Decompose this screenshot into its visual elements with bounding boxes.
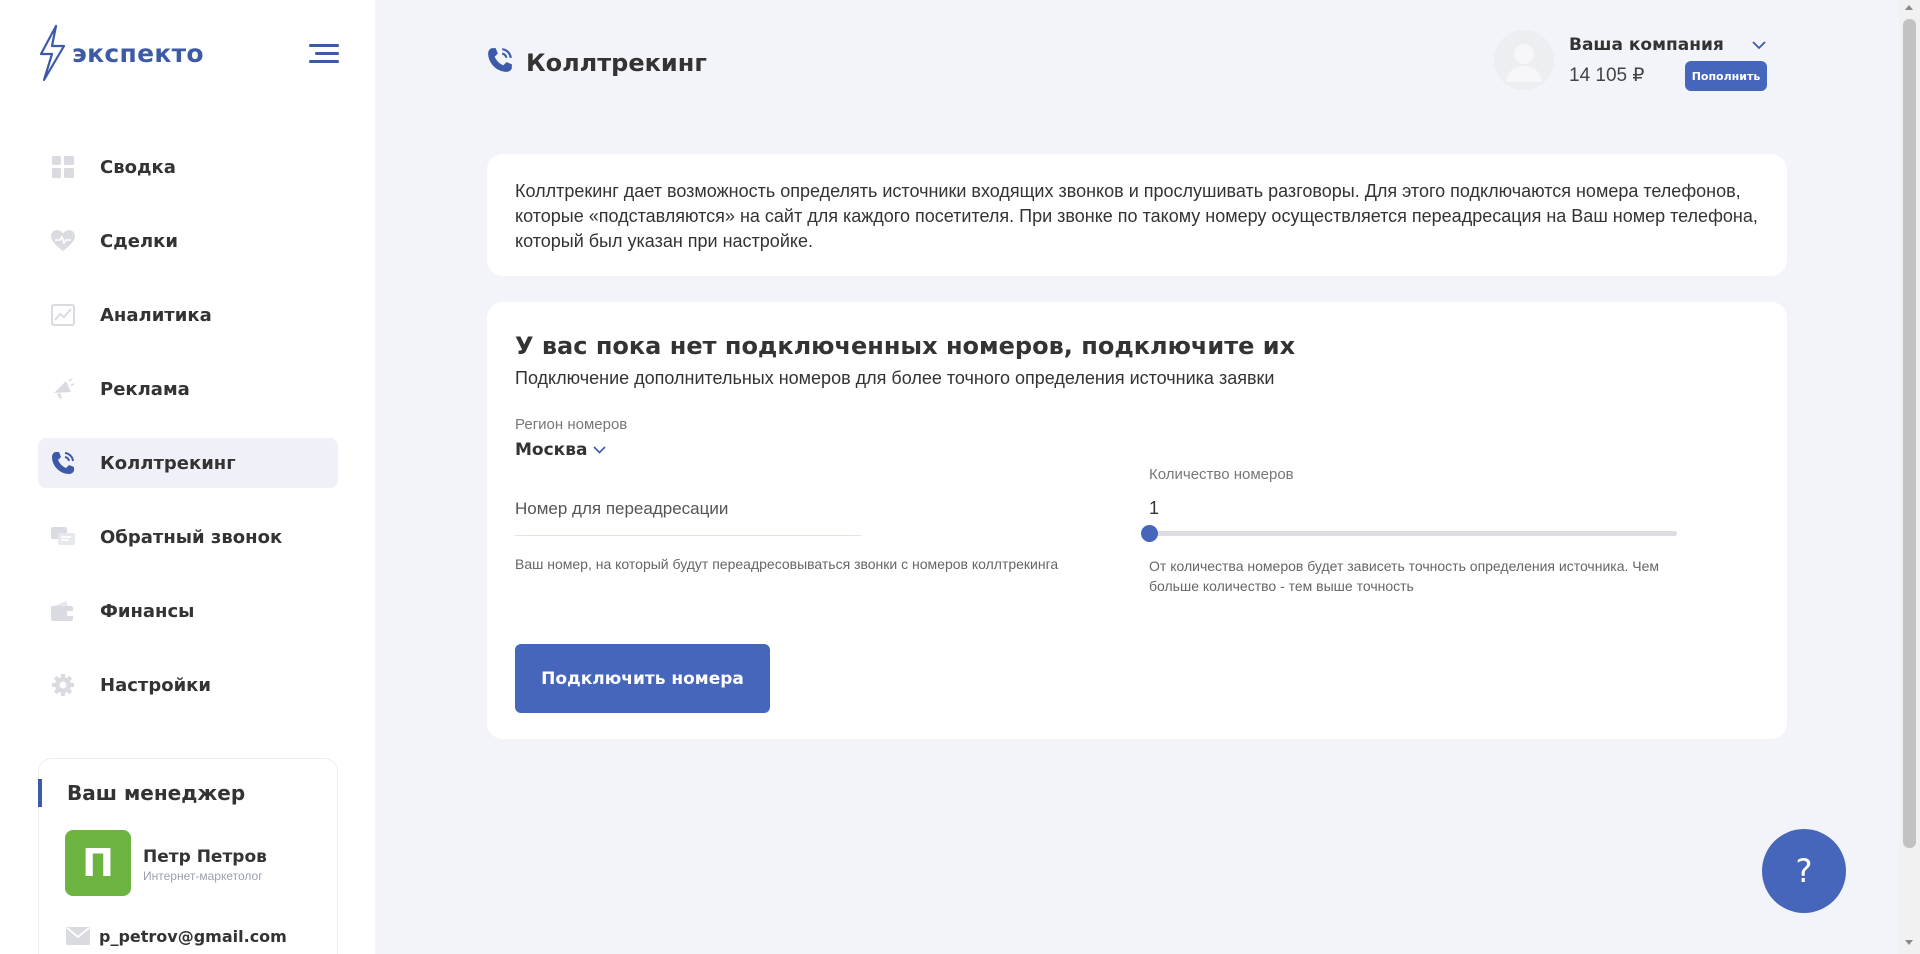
phone-icon (50, 450, 76, 476)
chevron-down-icon (593, 446, 607, 454)
quantity-slider-track[interactable] (1149, 531, 1677, 536)
lightning-logo-icon (39, 24, 66, 82)
info-card: Коллтрекинг дает возможность определять … (487, 154, 1787, 276)
sidebar-item-finance[interactable]: Финансы (38, 586, 338, 636)
gear-icon (50, 672, 76, 698)
sidebar-item-deals[interactable]: Сделки (38, 216, 338, 266)
analytics-chart-icon (50, 302, 76, 328)
chat-bubbles-icon (50, 524, 76, 550)
sidebar-item-label: Аналитика (100, 304, 212, 326)
manager-card: Ваш менеджер П Петр Петров Интернет-марк… (38, 758, 338, 954)
quantity-slider-thumb[interactable] (1141, 525, 1158, 542)
phone-icon (486, 46, 514, 79)
sidebar-item-analytics[interactable]: Аналитика (38, 290, 338, 340)
help-button[interactable]: ? (1762, 829, 1846, 913)
company-name[interactable]: Ваша компания (1569, 35, 1724, 55)
manager-name: Петр Петров (143, 847, 267, 867)
manager-title: Ваш менеджер (67, 781, 246, 805)
quantity-label: Количество номеров (1149, 466, 1294, 483)
scrollbar[interactable] (1899, 0, 1920, 954)
connect-title: У вас пока нет подключенных номеров, под… (515, 332, 1296, 360)
connect-subtitle: Подключение дополнительных номеров для б… (515, 368, 1275, 388)
page-title: Коллтрекинг (526, 48, 707, 77)
region-value: Москва (515, 440, 588, 460)
sidebar-item-ads[interactable]: Реклама (38, 364, 338, 414)
info-text: Коллтрекинг дает возможность определять … (515, 181, 1758, 251)
sidebar-item-label: Сделки (100, 230, 178, 252)
sidebar-item-label: Сводка (100, 156, 176, 178)
sidebar-item-label: Обратный звонок (100, 526, 283, 548)
topup-button[interactable]: Пополнить (1685, 61, 1767, 91)
brand-name: экспекто (72, 38, 204, 68)
chevron-down-icon[interactable] (1752, 37, 1766, 55)
quantity-hint: От количества номеров будет зависеть точ… (1149, 558, 1660, 594)
quantity-value: 1 (1149, 498, 1160, 518)
sidebar-item-label: Коллтрекинг (100, 452, 236, 474)
dashboard-icon (50, 154, 76, 180)
megaphone-icon (50, 376, 76, 402)
region-label: Регион номеров (515, 416, 628, 433)
sidebar-item-label: Финансы (100, 600, 195, 622)
sidebar-nav: Сводка Сделки Аналитика Реклама Коллтрек… (38, 142, 338, 734)
account-widget: Ваша компания 14 105 ₽ Пополнить (1494, 28, 1774, 94)
heart-handshake-icon (50, 228, 76, 254)
manager-email-link[interactable]: p_petrov@gmail.com (99, 927, 287, 946)
manager-role: Интернет-маркетолог (143, 869, 263, 883)
scroll-up-arrow-icon[interactable] (1905, 5, 1913, 10)
manager-accent-bar (38, 779, 42, 807)
sidebar-item-settings[interactable]: Настройки (38, 660, 338, 710)
scroll-down-arrow-icon[interactable] (1905, 940, 1913, 945)
sidebar-item-label: Настройки (100, 674, 212, 696)
manager-avatar: П (65, 830, 131, 896)
menu-toggle-icon[interactable] (309, 44, 339, 64)
user-avatar-icon[interactable] (1494, 30, 1554, 90)
sidebar-item-calltracking[interactable]: Коллтрекинг (38, 438, 338, 488)
sidebar-item-callback[interactable]: Обратный звонок (38, 512, 338, 562)
sidebar-item-label: Реклама (100, 378, 190, 400)
logo[interactable]: экспекто (38, 24, 204, 82)
connect-numbers-button[interactable]: Подключить номера (515, 644, 770, 713)
redirect-number-input[interactable] (515, 482, 861, 536)
redirect-hint: Ваш номер, на который будут переадресовы… (515, 556, 1059, 572)
region-select[interactable]: Москва (515, 440, 607, 460)
wallet-icon (50, 598, 76, 624)
mail-icon (65, 926, 91, 951)
sidebar-item-summary[interactable]: Сводка (38, 142, 338, 192)
scrollbar-thumb[interactable] (1903, 19, 1916, 848)
page-header: Коллтрекинг (486, 46, 707, 79)
connect-numbers-card: У вас пока нет подключенных номеров, под… (487, 302, 1787, 739)
balance-value: 14 105 ₽ (1569, 65, 1645, 86)
sidebar: экспекто Сводка Сделки Аналитика Реклама… (0, 0, 375, 954)
